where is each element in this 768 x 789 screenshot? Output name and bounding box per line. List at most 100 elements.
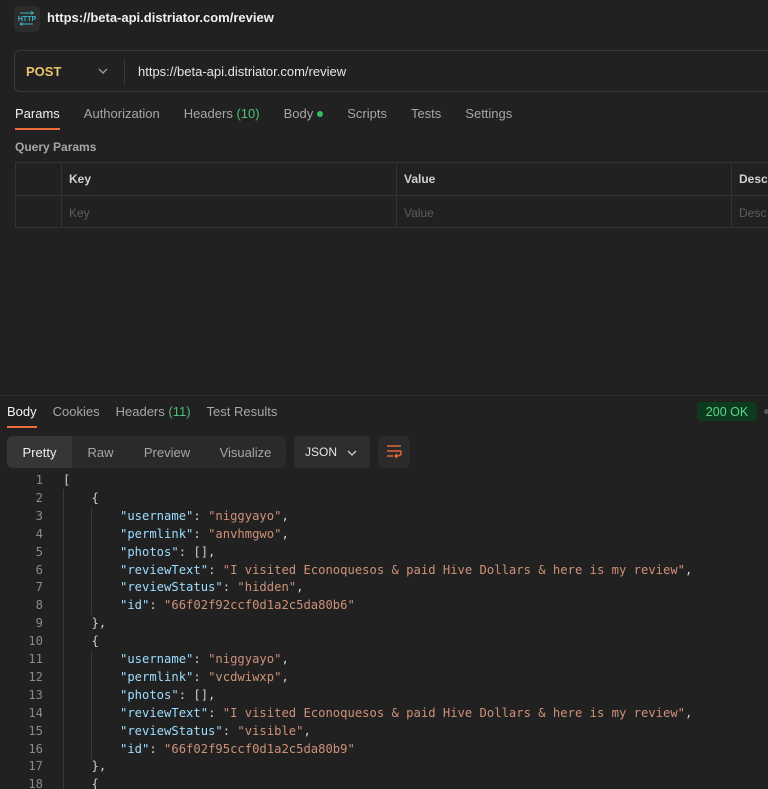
url-input[interactable]: https://beta-api.distriator.com/review <box>138 64 346 79</box>
tab-tests[interactable]: Tests <box>411 106 441 132</box>
tab-label: Headers <box>115 404 165 419</box>
code-line: 14 "reviewText": "I visited Econoquesos &… <box>0 704 768 722</box>
tab-label: Tests <box>410 106 442 121</box>
code-line: 3 "username": "niggyayo", <box>0 507 768 525</box>
json-punctuation: : <box>208 705 223 720</box>
tab-test-results[interactable]: Test Results <box>207 404 278 419</box>
json-punctuation: { <box>91 490 99 505</box>
code-line: 6 "reviewText": "I visited Econoquesos & … <box>0 561 768 579</box>
tab-response-headers[interactable]: Headers (11) <box>116 404 191 419</box>
code-line: 10 { <box>0 632 768 650</box>
json-key: "reviewStatus" <box>120 580 223 595</box>
tab-settings[interactable]: Settings <box>465 106 512 132</box>
code-text: "username": "niggyayo", <box>120 507 289 525</box>
line-number: 7 <box>35 580 43 595</box>
code-text: "id": "66f02f92ccf0d1a2c5da80b6" <box>120 596 355 614</box>
chevron-down-icon[interactable] <box>97 65 109 80</box>
json-string: "66f02f92ccf0d1a2c5da80b6" <box>164 598 355 613</box>
json-punctuation: : <box>222 580 238 595</box>
tab-params[interactable]: Params <box>15 106 60 132</box>
json-punctuation: : <box>149 741 165 756</box>
tab-scripts[interactable]: Scripts <box>347 106 387 132</box>
json-key: "username" <box>120 652 194 666</box>
json-key: "permlink" <box>120 526 194 541</box>
line-number: 11 <box>28 652 43 666</box>
chevron-down-icon <box>346 447 358 462</box>
json-punctuation: , <box>281 526 289 541</box>
tab-authorization[interactable]: Authorization <box>84 106 160 132</box>
key-input[interactable]: Key <box>61 196 396 229</box>
json-string: "niggyayo" <box>208 652 282 666</box>
request-title: https://beta-api.distriator.com/review <box>47 10 274 25</box>
pane-splitter[interactable] <box>0 395 768 396</box>
line-number: 13 <box>28 687 43 702</box>
headers-count: (11) <box>168 404 191 419</box>
code-line: 17}, <box>0 757 768 775</box>
line-number: 1 <box>35 473 43 487</box>
code-text: "username": "niggyayo", <box>120 650 289 668</box>
view-visualize-button[interactable]: Visualize <box>205 436 286 468</box>
status-badge[interactable]: 200 OK <box>697 402 757 421</box>
json-punctuation: : <box>222 723 238 738</box>
json-punctuation: : [], <box>178 687 216 702</box>
line-number: 12 <box>28 669 43 684</box>
wrap-lines-icon <box>385 443 403 462</box>
json-punctuation: , <box>281 508 289 523</box>
tab-label: Cookies <box>52 404 100 419</box>
line-number: 2 <box>35 490 43 505</box>
json-key: "photos" <box>120 544 179 559</box>
table-header-row: Key Value Desc <box>16 163 768 196</box>
json-punctuation: , <box>281 652 289 666</box>
tab-label: Headers <box>183 106 233 121</box>
code-text: "photos": [], <box>120 686 215 704</box>
line-number: 9 <box>35 616 43 631</box>
view-preview-button[interactable]: Preview <box>129 436 205 468</box>
column-header-key: Key <box>69 172 92 186</box>
json-string: "hidden" <box>237 580 297 595</box>
view-raw-button[interactable]: Raw <box>72 436 129 468</box>
format-select[interactable]: JSON <box>294 436 370 468</box>
view-pretty-button[interactable]: Pretty <box>7 436 72 468</box>
json-punctuation: , <box>296 580 304 595</box>
tab-label: Params <box>15 106 60 121</box>
json-punctuation: : <box>193 669 209 684</box>
json-punctuation: : <box>193 508 209 523</box>
description-input[interactable]: Desc <box>731 196 766 229</box>
json-key: "reviewText" <box>120 562 209 577</box>
code-line: 12 "permlink": "vcdwiwxp", <box>0 668 768 686</box>
json-key: "id" <box>120 741 150 756</box>
code-text: { <box>92 489 99 507</box>
divider <box>731 163 732 227</box>
value-input[interactable]: Value <box>396 196 731 229</box>
url-bar: POST https://beta-api.distriator.com/rev… <box>14 50 768 92</box>
divider <box>61 163 62 227</box>
status-separator-dot-icon <box>764 409 768 414</box>
tab-label: Authorization <box>83 106 160 121</box>
code-text: "reviewStatus": "visible", <box>120 722 311 740</box>
json-string: "anvhmgwo" <box>208 526 282 541</box>
code-text: "reviewText": "I visited Econoquesos & p… <box>120 704 692 722</box>
json-key: "reviewStatus" <box>120 723 223 738</box>
json-key: "reviewText" <box>120 705 209 720</box>
response-body-editor[interactable]: 1[2{3 "username": "niggyayo", 4 "permlink":… <box>0 471 768 789</box>
code-line: 8 "id": "66f02f92ccf0d1a2c5da80b6" <box>0 596 768 614</box>
tab-body[interactable]: Body <box>284 106 324 132</box>
line-number: 8 <box>35 598 43 613</box>
code-text: "id": "66f02f95ccf0d1a2c5da80b9" <box>120 740 355 758</box>
wrap-lines-button[interactable] <box>378 436 410 468</box>
json-punctuation: , <box>303 723 311 738</box>
json-punctuation: , <box>685 562 693 577</box>
code-line: 13 "photos": [], <box>0 686 768 704</box>
method-select[interactable]: POST <box>26 64 61 79</box>
code-line: 7 "reviewStatus": "hidden", <box>0 578 768 596</box>
json-punctuation: : <box>149 598 165 613</box>
tab-response-body[interactable]: Body <box>7 404 37 428</box>
line-number: 14 <box>28 705 43 720</box>
column-header-value: Value <box>404 172 436 186</box>
json-string: "I visited Econoquesos & paid Hive Dolla… <box>222 705 686 720</box>
json-punctuation: { <box>91 777 99 789</box>
tab-headers[interactable]: Headers (10) <box>184 106 260 132</box>
json-punctuation: { <box>91 634 99 649</box>
format-value: JSON <box>305 445 338 459</box>
tab-cookies[interactable]: Cookies <box>53 404 100 419</box>
